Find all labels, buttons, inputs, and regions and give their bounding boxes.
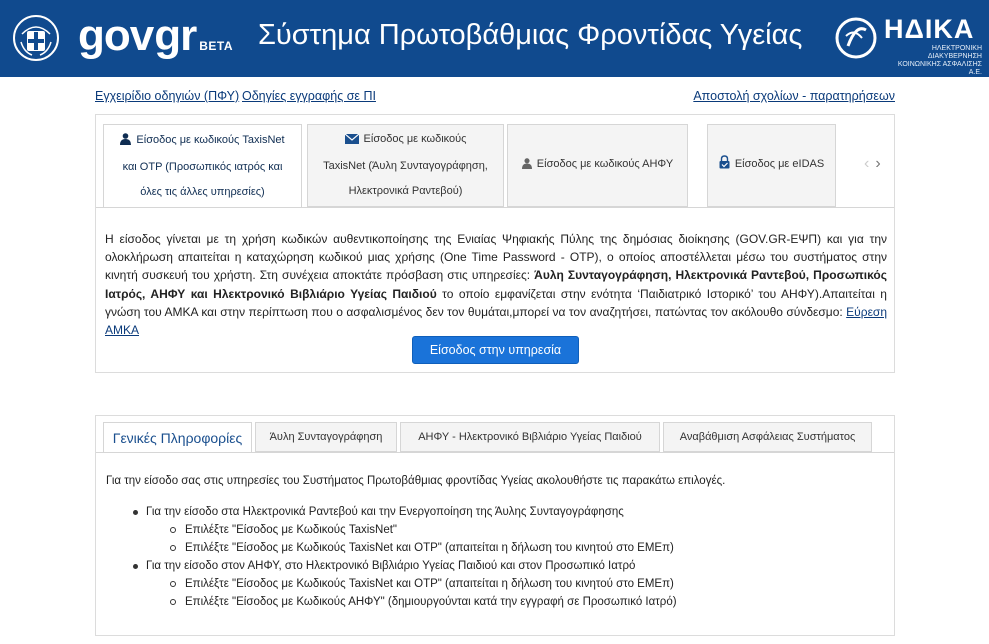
login-description: Η είσοδος γίνεται με τη χρήση κωδικών αυ… [105, 230, 887, 339]
tab-taxisnet-otp-line3: όλες τις άλλες υπηρεσίες) [140, 185, 265, 198]
tab-taxisnet-label: Είσοδος με κωδικούς TaxisNet (Άυλη Συντα… [323, 127, 488, 204]
gov-logo-text: gov [78, 11, 154, 60]
tab-scroll-arrows: ‹ › [864, 155, 887, 173]
idika-name: ΗΔΙΚΑ [884, 14, 975, 44]
envelope-icon [344, 129, 359, 154]
tab-taxisnet-line3: Ηλεκτρονικά Ραντεβού) [348, 185, 463, 197]
tab-eidas[interactable]: Είσοδος με eIDAS [707, 124, 836, 207]
info-panel: Γενικές Πληροφορίες Άυλη Συνταγογράφηση … [95, 415, 895, 636]
tab-ahfy-line1: Είσοδος με κωδικούς ΑΗΦΥ [536, 158, 674, 170]
tab-taxisnet-line2: TaxisNet (Άυλη Συνταγογράφηση, [323, 160, 488, 172]
site-title: Σύστημα Πρωτοβάθμιας Φροντίδας Υγείας [258, 19, 803, 51]
list-subitem: Επιλέξτε "Είσοδος με Κωδικούς TaxisNet" [130, 521, 677, 539]
list-subitem: Επιλέξτε "Είσοδος με Κωδικούς TaxisNet κ… [130, 539, 677, 557]
tab-taxisnet-otp[interactable]: Είσοδος με κωδικούς TaxisNet και OTP (Πρ… [103, 124, 302, 208]
header-bar: gov gr BETA Σύστημα Πρωτοβάθμιας Φροντίδ… [0, 0, 989, 77]
chevron-right-icon[interactable]: › [875, 155, 880, 173]
govgr-logo[interactable]: gov gr BETA [78, 11, 233, 61]
tab-ahfy[interactable]: Είσοδος με κωδικούς ΑΗΦΥ [507, 124, 688, 207]
user-icon [521, 154, 532, 179]
manual-link[interactable]: Εγχειρίδιο οδηγιών (ΠΦΥ) [95, 89, 239, 103]
list-subitem: Επιλέξτε "Είσοδος με Κωδικούς TaxisNet κ… [130, 575, 677, 593]
idika-logo[interactable]: ΗΔΙΚΑ ΗΛΕΚΤΡΟΝΙΚΗ ΔΙΑΚΥΒΕΡΝΗΣΗ ΚΟΙΝΩΝΙΚΗ… [834, 14, 984, 76]
tab-taxisnet[interactable]: Είσοδος με κωδικούς TaxisNet (Άυλη Συντα… [307, 124, 504, 207]
registration-guide-link[interactable]: Οδηγίες εγγραφής σε ΠΙ [242, 89, 376, 103]
list-item: Για την είσοδο στον ΑΗΦΥ, στο Ηλεκτρονικ… [130, 557, 677, 575]
list-item: Για την είσοδο στα Ηλεκτρονικά Ραντεβού … [130, 503, 677, 521]
info-intro: Για την είσοδο σας στις υπηρεσίες του Συ… [106, 475, 726, 487]
login-panel-body [96, 207, 894, 208]
gr-logo-text: gr [154, 11, 197, 60]
lock-icon [719, 154, 730, 179]
tab-general-info[interactable]: Γενικές Πληροφορίες [103, 422, 252, 453]
idika-subtitle-line2: ΚΟΙΝΩΝΙΚΗΣ ΑΣΦΑΛΙΣΗΣ Α.Ε. [897, 61, 982, 76]
tab-taxisnet-otp-line1: Είσοδος με κωδικούς TaxisNet [136, 133, 285, 146]
tab-security-upgrade[interactable]: Αναβάθμιση Ασφάλειας Συστήματος [663, 422, 872, 452]
top-links: Εγχειρίδιο οδηγιών (ΠΦΥ) Οδηγίες εγγραφή… [95, 89, 895, 105]
idika-subtitle-line1: ΗΛΕΚΤΡΟΝΙΚΗ ΔΙΑΚΥΒΕΡΝΗΣΗ [927, 45, 982, 60]
tab-prescription[interactable]: Άυλη Συνταγογράφηση [255, 422, 397, 452]
tab-taxisnet-otp-line2: και OTP (Προσωπικός ιατρός και [122, 160, 283, 173]
tab-ahfy-child-booklet[interactable]: ΑΗΦΥ - Ηλεκτρονικό Βιβλιάριο Υγείας Παιδ… [400, 422, 660, 452]
tab-eidas-line1: Είσοδος με eIDAS [734, 158, 825, 170]
user-icon [120, 130, 132, 155]
tab-eidas-label: Είσοδος με eIDAS [719, 152, 824, 179]
tab-taxisnet-line1: Είσοδος με κωδικούς [363, 133, 467, 145]
info-panel-divider [96, 452, 894, 453]
login-panel: Είσοδος με κωδικούς TaxisNet και OTP (Πρ… [95, 114, 895, 373]
tab-ahfy-label: Είσοδος με κωδικούς ΑΗΦΥ [521, 152, 674, 179]
tab-taxisnet-otp-label: Είσοδος με κωδικούς TaxisNet και OTP (Πρ… [120, 128, 285, 205]
list-subitem: Επιλέξτε "Είσοδος με Κωδικούς ΑΗΦΥ" (δημ… [130, 593, 677, 611]
idika-subtitle: ΗΛΕΚΤΡΟΝΙΚΗ ΔΙΑΚΥΒΕΡΝΗΣΗ ΚΟΙΝΩΝΙΚΗΣ ΑΣΦΑ… [884, 45, 982, 77]
login-service-button[interactable]: Είσοδος στην υπηρεσία [412, 336, 579, 364]
info-list: Για την είσοδο στα Ηλεκτρονικά Ραντεβού … [130, 503, 677, 611]
beta-badge: BETA [199, 39, 234, 53]
chevron-left-icon[interactable]: ‹ [864, 155, 869, 173]
idika-emblem-icon [834, 16, 878, 60]
greek-emblem-icon [12, 14, 60, 62]
feedback-link[interactable]: Αποστολή σχολίων - παρατηρήσεων [693, 89, 895, 103]
